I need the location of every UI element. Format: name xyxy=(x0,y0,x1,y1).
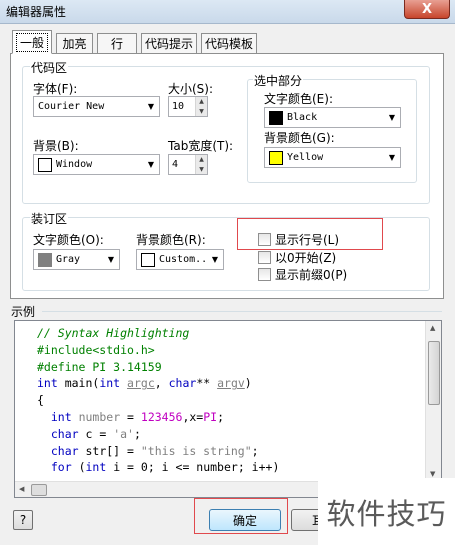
tab-code-template[interactable]: 代码模板 xyxy=(201,33,257,53)
chevron-down-icon: ▼ xyxy=(147,160,155,169)
selection-text-color-label: 文字颜色(E): xyxy=(264,92,333,106)
sample-label: 示例 xyxy=(11,305,36,319)
selection-bg-color-select[interactable]: Yellow ▼ xyxy=(264,147,401,168)
checkbox-label: 以0开始(Z) xyxy=(275,251,337,265)
code-line: int number = 123456,x=PI; xyxy=(50,409,225,424)
code-line: int main(int argc, char** argv) xyxy=(37,376,252,391)
chevron-down-icon: ▼ xyxy=(388,113,396,122)
spin-down-icon[interactable]: ▼ xyxy=(196,164,207,174)
gutter-bg-color-value: Custom.. xyxy=(159,254,207,265)
checkbox-label: 显示行号(L) xyxy=(275,233,340,247)
color-swatch xyxy=(38,157,52,172)
chevron-down-icon: ▼ xyxy=(388,153,396,162)
show-line-numbers-checkbox[interactable]: 显示行号(L) xyxy=(258,231,339,248)
size-label: 大小(S): xyxy=(168,82,214,96)
scroll-down-icon[interactable]: ▼ xyxy=(430,470,435,478)
code-group-label: 代码区 xyxy=(30,59,69,76)
code-preview[interactable]: // Syntax Highlighting #include<stdio.h> #… xyxy=(14,320,442,498)
background-select-value: Window xyxy=(56,159,93,170)
close-icon: X xyxy=(421,1,433,17)
vertical-scrollbar[interactable]: ▲ ▼ xyxy=(425,321,441,481)
checkbox-icon xyxy=(258,268,271,281)
color-swatch xyxy=(269,110,283,125)
code-line: // Syntax Highlighting xyxy=(37,326,190,340)
gutter-group-label: 装订区 xyxy=(30,210,69,227)
selection-text-color-value: Black xyxy=(287,112,318,123)
tab-code-hint[interactable]: 代码提示 xyxy=(141,33,197,53)
tab-width-value: 4 xyxy=(172,159,179,170)
size-stepper[interactable]: 10 ▲ ▼ xyxy=(168,96,208,117)
size-value: 10 xyxy=(172,101,185,112)
start-at-zero-checkbox[interactable]: 以0开始(Z) xyxy=(258,249,336,266)
tab-width-stepper[interactable]: 4 ▲ ▼ xyxy=(168,154,208,175)
close-button[interactable]: X xyxy=(404,0,450,19)
code-line: #include<stdio.h> xyxy=(37,342,155,357)
chevron-down-icon: ▼ xyxy=(211,255,219,264)
font-select-value: Courier New xyxy=(38,101,105,112)
tab-highlight[interactable]: 加亮 xyxy=(56,33,93,53)
color-swatch xyxy=(141,252,155,267)
checkbox-icon xyxy=(258,251,271,264)
code-lines: // Syntax Highlighting #include<stdio.h> #… xyxy=(37,325,279,476)
ok-button[interactable]: 确定 xyxy=(209,509,281,531)
background-label: 背景(B): xyxy=(33,139,79,153)
tab-general[interactable]: 一般 xyxy=(12,30,52,54)
gutter-bg-color-label: 背景颜色(R): xyxy=(136,233,206,247)
code-line: char str[] = "this is string"; xyxy=(50,443,259,458)
code-line: char c = 'a'; xyxy=(50,426,141,441)
spin-down-icon[interactable]: ▼ xyxy=(196,106,207,116)
selection-text-color-select[interactable]: Black ▼ xyxy=(264,107,401,128)
show-leading-zeros-checkbox[interactable]: 显示前缀0(P) xyxy=(258,266,347,283)
scroll-up-icon[interactable]: ▲ xyxy=(430,324,435,332)
selection-bg-color-label: 背景颜色(G): xyxy=(264,131,335,145)
window-title: 编辑器属性 xyxy=(6,5,67,19)
selection-bg-color-value: Yellow xyxy=(287,152,324,163)
chevron-down-icon: ▼ xyxy=(107,255,115,264)
tab-line[interactable]: 行 xyxy=(97,33,137,53)
code-line: #define PI 3.14159 xyxy=(37,359,162,374)
watermark: 软件技巧 xyxy=(318,478,455,545)
title-bar xyxy=(0,0,455,24)
checkbox-icon xyxy=(258,233,271,246)
gutter-bg-color-select[interactable]: Custom.. ▼ xyxy=(136,249,224,270)
scroll-thumb[interactable] xyxy=(31,484,47,496)
font-label: 字体(F): xyxy=(33,82,78,96)
help-icon: ? xyxy=(19,513,27,527)
chevron-down-icon: ▼ xyxy=(147,102,155,111)
scroll-left-icon[interactable]: ◀ xyxy=(19,485,24,493)
checkbox-label: 显示前缀0(P) xyxy=(275,268,348,282)
code-line: { xyxy=(37,393,44,408)
tab-width-label: Tab宽度(T): xyxy=(168,139,234,153)
color-swatch xyxy=(38,252,52,267)
background-select[interactable]: Window ▼ xyxy=(33,154,160,175)
sample-divider xyxy=(42,311,442,312)
spin-up-icon[interactable]: ▲ xyxy=(196,97,207,107)
color-swatch xyxy=(269,150,283,165)
scroll-thumb[interactable] xyxy=(428,341,440,405)
help-button[interactable]: ? xyxy=(13,510,33,530)
gutter-text-color-label: 文字颜色(O): xyxy=(33,233,104,247)
code-line: for (int i = 0; i <= number; i++) xyxy=(50,460,280,475)
gutter-text-color-value: Gray xyxy=(56,254,81,265)
font-select[interactable]: Courier New ▼ xyxy=(33,96,160,117)
spin-up-icon[interactable]: ▲ xyxy=(196,155,207,165)
selection-group-label: 选中部分 xyxy=(253,72,304,89)
gutter-text-color-select[interactable]: Gray ▼ xyxy=(33,249,120,270)
